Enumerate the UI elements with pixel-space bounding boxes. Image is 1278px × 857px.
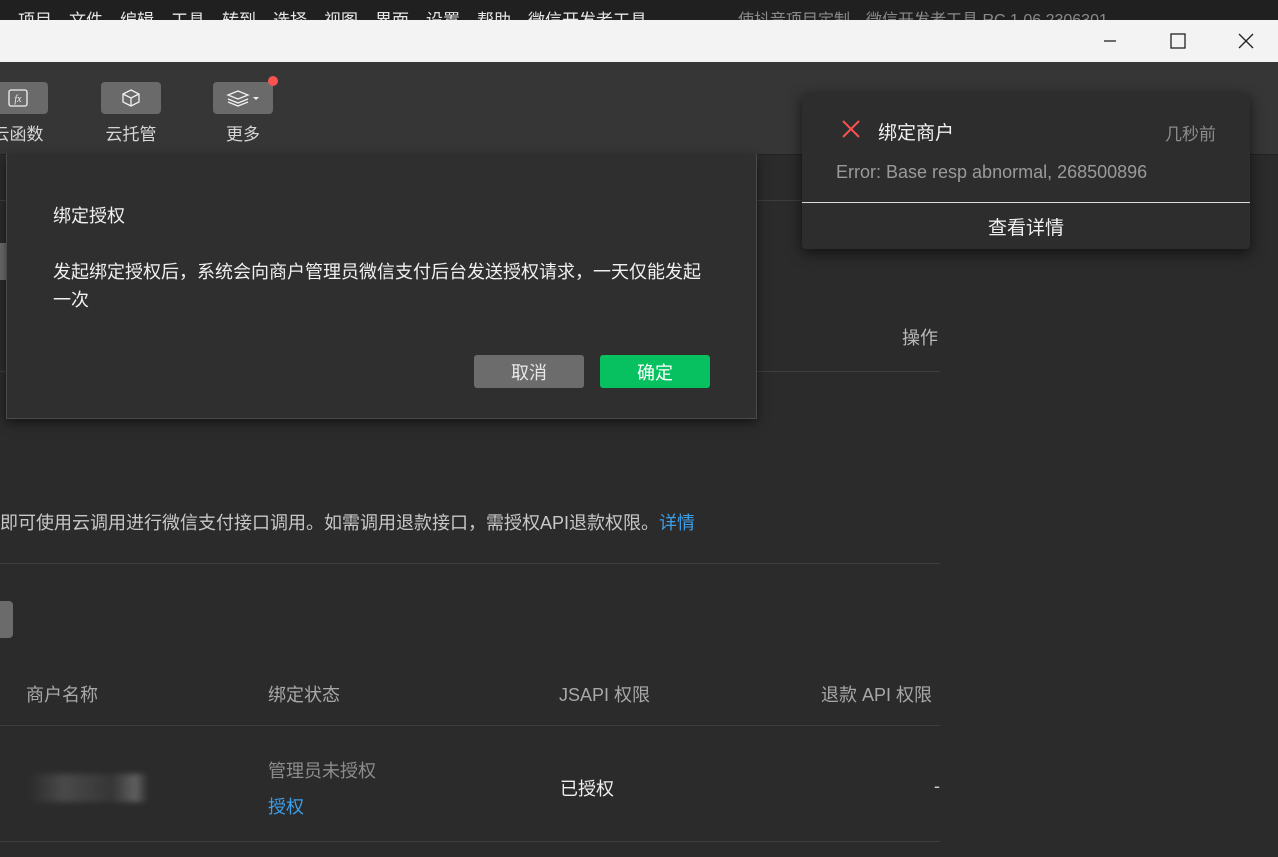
menu-item-goto[interactable]: 转到 <box>222 6 256 20</box>
fx-icon: fx <box>0 82 48 114</box>
jsapi-value: 已授权 <box>560 779 614 799</box>
notification-dot <box>268 76 278 86</box>
th-refund-api: 退款 API 权限 <box>821 685 933 705</box>
error-notification: 绑定商户 几秒前 Error: Base resp abnormal, 2685… <box>802 93 1250 249</box>
error-close-icon <box>842 120 860 138</box>
minimize-icon <box>1104 40 1116 42</box>
close-window-button[interactable] <box>1216 20 1276 62</box>
details-link[interactable]: 详情 <box>659 513 695 533</box>
title-bar <box>0 20 1278 62</box>
notification-title: 绑定商户 <box>878 123 955 144</box>
refund-value: - <box>934 776 940 796</box>
merchant-name-redacted <box>28 774 148 802</box>
notice-text: 即可使用云调用进行微信支付接口调用。如需调用退款接口，需授权API退款权限。 <box>0 513 660 533</box>
svg-text:fx: fx <box>14 94 22 105</box>
authorize-link[interactable]: 授权 <box>268 793 304 819</box>
menu-items: 项目 文件 编辑 工具 转到 选择 视图 界面 设置 帮助 微信开发者工具 <box>18 6 647 20</box>
th-binding-status: 绑定状态 <box>268 685 340 705</box>
dialog-title: 绑定授权 <box>53 206 125 226</box>
close-icon <box>1238 33 1254 49</box>
menu-item-project[interactable]: 项目 <box>18 6 52 20</box>
view-details-button[interactable]: 查看详情 <box>802 213 1250 240</box>
maximize-button[interactable] <box>1148 20 1208 62</box>
dialog-body: 发起绑定授权后，系统会向商户管理员微信支付后台发送授权请求，一天仅能发起一次 <box>53 262 701 310</box>
minimize-button[interactable] <box>1080 20 1140 62</box>
layers-icon <box>213 76 278 114</box>
side-button[interactable] <box>0 601 13 638</box>
tool-cloud-hosting[interactable]: 云托管 <box>101 82 161 145</box>
menu-item-file[interactable]: 文件 <box>69 6 103 20</box>
divider <box>0 563 940 564</box>
menu-bar: 项目 文件 编辑 工具 转到 选择 视图 界面 设置 帮助 微信开发者工具 使抖… <box>0 0 1278 20</box>
menu-item-edit[interactable]: 编辑 <box>120 6 154 20</box>
ops-column-header: 操作 <box>902 328 938 348</box>
menu-item-help[interactable]: 帮助 <box>477 6 511 20</box>
th-jsapi: JSAPI 权限 <box>559 685 651 705</box>
tool-more[interactable]: 更多 <box>213 76 278 145</box>
notification-message: Error: Base resp abnormal, 268500896 <box>836 162 1148 182</box>
menu-item-view[interactable]: 视图 <box>324 6 358 20</box>
menu-item-tools[interactable]: 工具 <box>171 6 205 20</box>
tool-label: 云托管 <box>105 125 157 144</box>
th-merchant-name: 商户名称 <box>26 685 98 705</box>
bind-auth-dialog: 绑定授权 发起绑定授权后，系统会向商户管理员微信支付后台发送授权请求，一天仅能发… <box>6 154 757 419</box>
window-title: 使抖音项目定制 微信开发者工具 RC 1.06.2306301 <box>738 6 1108 20</box>
maximize-icon <box>1170 33 1186 49</box>
divider <box>0 841 940 842</box>
menu-item-settings[interactable]: 设置 <box>426 6 460 20</box>
confirm-button[interactable]: 确定 <box>600 355 710 388</box>
menu-item-select[interactable]: 选择 <box>273 6 307 20</box>
menu-item-devtools[interactable]: 微信开发者工具 <box>528 6 647 20</box>
tool-label: 云函数 <box>0 125 44 144</box>
tool-cloud-function[interactable]: fx 云函数 <box>0 82 48 145</box>
tool-label: 更多 <box>226 125 260 144</box>
cube-icon <box>101 82 161 114</box>
payment-notice: 即可使用云调用进行微信支付接口调用。如需调用退款接口，需授权API退款权限。详情 <box>0 509 695 535</box>
notification-time: 几秒前 <box>1165 125 1216 144</box>
divider <box>802 202 1250 203</box>
menu-item-interface[interactable]: 界面 <box>375 6 409 20</box>
divider <box>0 725 940 726</box>
cancel-button[interactable]: 取消 <box>474 355 584 388</box>
status-text: 管理员未授权 <box>268 761 376 781</box>
